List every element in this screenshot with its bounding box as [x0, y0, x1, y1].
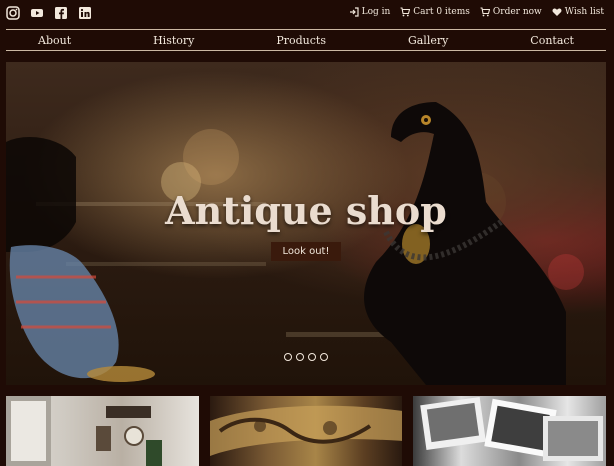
carousel-indicators: [284, 353, 328, 361]
cart-label: Cart 0 items: [413, 7, 470, 17]
cart-icon: [400, 7, 411, 17]
top-bar: Log in Cart 0 items Order now Wish list: [0, 0, 614, 26]
order-now-link[interactable]: Order now: [480, 6, 542, 18]
carved-wood-image: [209, 405, 403, 456]
social-links: [6, 6, 92, 20]
nav-item-contact[interactable]: Contact: [530, 34, 574, 47]
wish-list-label: Wish list: [564, 7, 604, 17]
thumbnail-vintage-room[interactable]: [6, 396, 199, 466]
nav-item-products[interactable]: Products: [276, 34, 326, 47]
user-actions: Log in Cart 0 items Order now Wish list: [349, 6, 604, 18]
carousel-dot-2[interactable]: [296, 353, 304, 361]
wish-list-link[interactable]: Wish list: [552, 6, 604, 18]
login-icon: [349, 7, 359, 17]
facebook-icon[interactable]: [54, 6, 68, 20]
carousel-dot-3[interactable]: [308, 353, 316, 361]
thumbnail-carved-wood[interactable]: [209, 396, 403, 466]
nav-item-gallery[interactable]: Gallery: [408, 34, 448, 47]
linkedin-icon[interactable]: [78, 6, 92, 20]
thumbnail-old-photographs[interactable]: [413, 396, 607, 466]
heart-icon: [552, 8, 562, 16]
vintage-room-image: [6, 396, 162, 466]
carousel-dot-1[interactable]: [284, 353, 292, 361]
carousel-dot-4[interactable]: [320, 353, 328, 361]
nav-item-history[interactable]: History: [153, 34, 194, 47]
cart-link[interactable]: Cart 0 items: [400, 6, 470, 18]
nav-item-about[interactable]: About: [38, 34, 71, 47]
login-label: Log in: [361, 7, 391, 17]
youtube-icon[interactable]: [30, 6, 44, 20]
gallery-thumbnails: [6, 396, 607, 466]
order-now-label: Order now: [492, 7, 542, 17]
main-nav: About History Products Gallery Contact: [6, 29, 606, 51]
hero-title: Antique shop: [165, 188, 447, 233]
hero-carousel: Antique shop Look out!: [6, 62, 606, 385]
look-out-button[interactable]: Look out!: [271, 242, 341, 261]
instagram-icon[interactable]: [6, 6, 20, 20]
old-photographs-image: [420, 397, 604, 461]
cart-icon: [480, 7, 490, 17]
login-link[interactable]: Log in: [349, 6, 391, 18]
